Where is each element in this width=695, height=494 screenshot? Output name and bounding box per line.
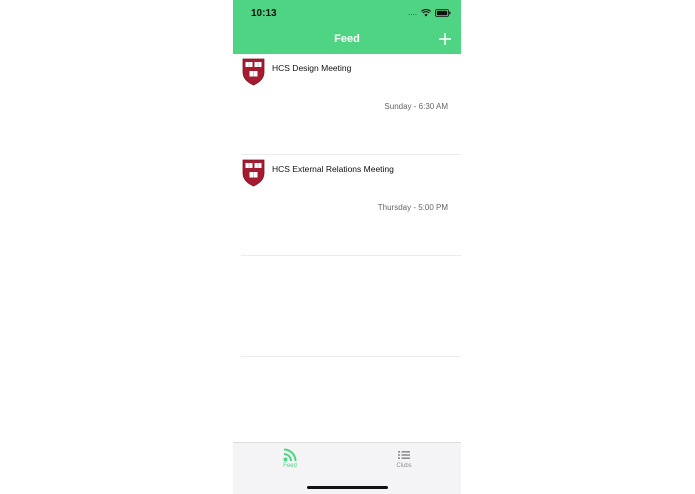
nav-header: 10:13 .... Feed <box>233 0 461 54</box>
event-time: Thursday - 5:00 PM <box>377 203 448 212</box>
wifi-icon <box>421 9 431 17</box>
list-icon <box>398 451 410 459</box>
tab-feed[interactable]: Feed <box>233 448 347 469</box>
battery-icon <box>435 9 451 17</box>
event-title: HCS Design Meeting <box>272 63 352 73</box>
event-title: HCS External Relations Meeting <box>272 164 394 174</box>
empty-list-row <box>241 256 461 357</box>
tab-bar: Feed Clubs <box>233 442 461 494</box>
plus-icon[interactable] <box>438 32 452 46</box>
feed-list: HCS Design Meeting Sunday - 6:30 AM HCS … <box>233 54 461 357</box>
status-icons: .... <box>408 9 451 17</box>
list-item[interactable]: HCS Design Meeting Sunday - 6:30 AM <box>241 54 461 155</box>
phone-screen: 10:13 .... Feed HCS Design Meeting Sunda… <box>233 0 461 494</box>
rss-feed-icon <box>283 448 297 462</box>
tab-clubs-label: Clubs <box>396 463 412 469</box>
harvard-crest-icon <box>242 58 265 86</box>
page-title: Feed <box>334 33 360 45</box>
status-time: 10:13 <box>251 8 277 19</box>
tab-feed-label: Feed <box>283 463 297 469</box>
list-item[interactable]: HCS External Relations Meeting Thursday … <box>241 155 461 256</box>
tab-clubs[interactable]: Clubs <box>347 448 461 469</box>
harvard-crest-icon <box>242 159 265 187</box>
signal-dots: .... <box>408 8 417 17</box>
event-time: Sunday - 6:30 AM <box>384 102 448 111</box>
home-indicator[interactable] <box>307 486 388 489</box>
